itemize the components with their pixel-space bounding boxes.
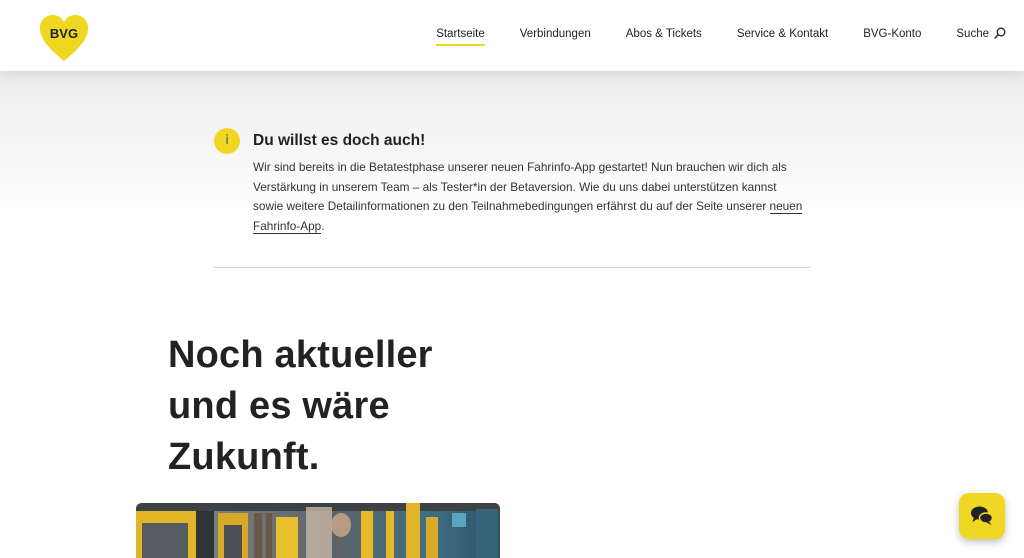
notice-text-end: . [321,218,325,233]
search-label: Suche [956,28,989,40]
page-headline: Noch aktueller und es wäre Zukunft. [168,330,498,483]
notice-text: Wir sind bereits in die Betatestphase un… [253,160,787,214]
train-photo [136,503,500,558]
bvg-logo[interactable]: BVG [38,14,90,62]
nav-verbindungen[interactable]: Verbindungen [520,28,591,46]
search-icon [994,27,1006,39]
site-header: BVG Startseite Verbindungen Abos & Ticke… [0,0,1024,71]
main-nav: Startseite Verbindungen Abos & Tickets S… [401,27,1006,46]
nav-search[interactable]: Suche [956,27,1006,46]
nav-abos-tickets[interactable]: Abos & Tickets [626,28,702,46]
section-divider [214,267,810,268]
headline-line-1: Noch aktueller [168,334,433,376]
chat-button[interactable] [959,493,1005,539]
headline-line-3: Zukunft. [168,436,320,478]
nav-service-kontakt[interactable]: Service & Kontakt [737,28,828,46]
svg-text:BVG: BVG [50,26,78,41]
headline-line-2: und es wäre [168,385,390,427]
nav-bvg-konto[interactable]: BVG-Konto [863,28,921,46]
info-icon: i [214,128,240,154]
notice-body: Wir sind bereits in die Betatestphase un… [253,158,809,236]
notice-title: Du willst es doch auch! [253,132,426,149]
nav-startseite[interactable]: Startseite [436,28,485,46]
chat-icon [971,506,994,525]
